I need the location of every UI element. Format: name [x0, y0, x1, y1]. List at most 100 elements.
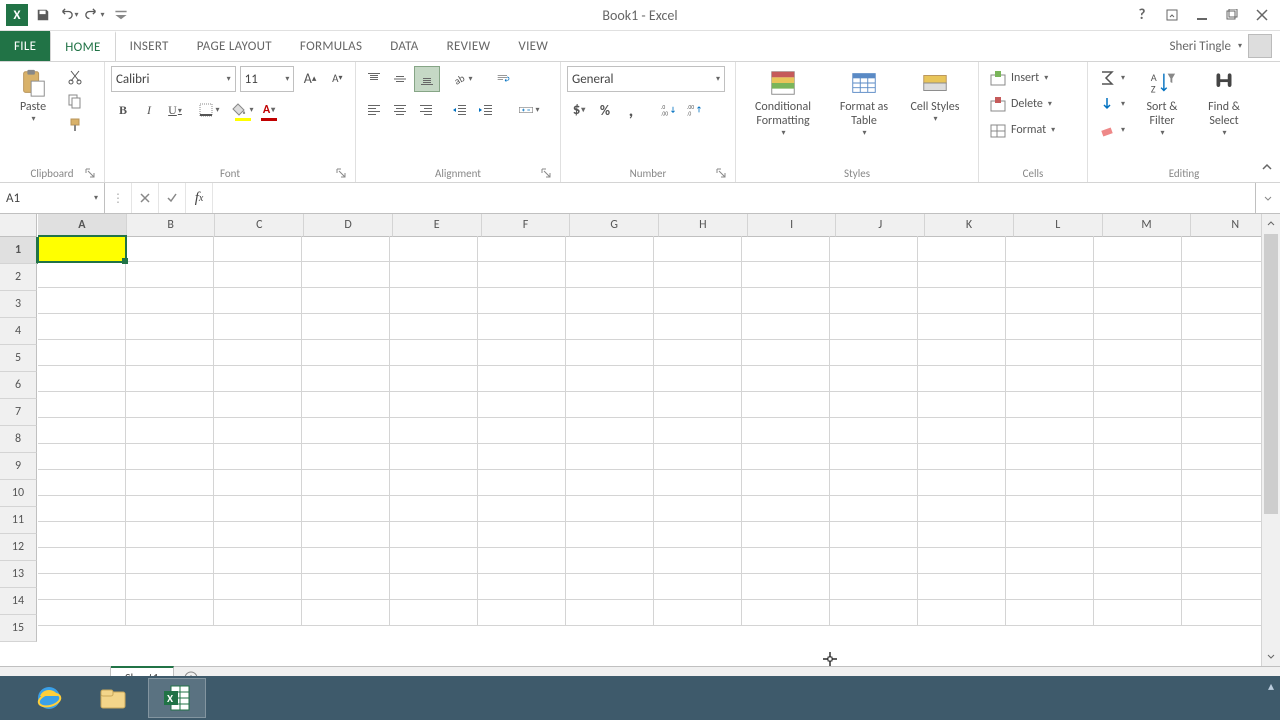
- cell[interactable]: [126, 548, 214, 574]
- cell[interactable]: [126, 496, 214, 522]
- cell[interactable]: [742, 548, 830, 574]
- cell[interactable]: [478, 340, 566, 366]
- cell[interactable]: [1094, 392, 1182, 418]
- clear-button[interactable]: ▾: [1094, 118, 1129, 142]
- cell[interactable]: [478, 600, 566, 626]
- cell[interactable]: [38, 340, 126, 366]
- column-header[interactable]: H: [659, 214, 748, 237]
- cell[interactable]: [214, 236, 302, 262]
- select-all-corner[interactable]: [0, 214, 37, 237]
- name-box[interactable]: A1▾: [0, 183, 105, 213]
- cell[interactable]: [1006, 522, 1094, 548]
- cell[interactable]: [566, 574, 654, 600]
- cell[interactable]: [566, 314, 654, 340]
- column-header[interactable]: A: [38, 214, 127, 238]
- cell[interactable]: [830, 600, 918, 626]
- cell[interactable]: [478, 236, 566, 262]
- cell[interactable]: [214, 444, 302, 470]
- cell[interactable]: [390, 366, 478, 392]
- cell[interactable]: [302, 236, 390, 262]
- ribbon-display-options-icon[interactable]: [1158, 4, 1186, 26]
- cell[interactable]: [478, 444, 566, 470]
- cell[interactable]: [390, 392, 478, 418]
- cell[interactable]: [918, 366, 1006, 392]
- taskbar-explorer-icon[interactable]: [84, 678, 142, 718]
- cell[interactable]: [126, 470, 214, 496]
- column-header[interactable]: L: [1014, 214, 1103, 237]
- cell[interactable]: [1094, 288, 1182, 314]
- cell[interactable]: [566, 288, 654, 314]
- formula-input[interactable]: [213, 183, 1255, 213]
- cell[interactable]: [38, 470, 126, 496]
- cell[interactable]: [302, 366, 390, 392]
- tab-formulas[interactable]: FORMULAS: [286, 31, 376, 61]
- tab-insert[interactable]: INSERT: [116, 31, 183, 61]
- wrap-text-icon[interactable]: [488, 67, 522, 91]
- cell[interactable]: [126, 418, 214, 444]
- column-header[interactable]: E: [393, 214, 482, 237]
- paste-button[interactable]: Paste▾: [6, 66, 60, 126]
- decrease-font-icon[interactable]: A▾: [326, 66, 349, 90]
- cell[interactable]: [390, 236, 478, 262]
- cell[interactable]: [918, 496, 1006, 522]
- cell[interactable]: [126, 314, 214, 340]
- cell[interactable]: [214, 600, 302, 626]
- cell[interactable]: [38, 548, 126, 574]
- cell[interactable]: [566, 496, 654, 522]
- cell[interactable]: [1094, 340, 1182, 366]
- cell[interactable]: [38, 314, 126, 340]
- insert-function-icon[interactable]: fx: [186, 183, 213, 213]
- cell[interactable]: [1094, 522, 1182, 548]
- cell[interactable]: [126, 262, 214, 288]
- tab-page-layout[interactable]: PAGE LAYOUT: [183, 31, 286, 61]
- cell[interactable]: [918, 340, 1006, 366]
- cell[interactable]: [1182, 392, 1270, 418]
- save-icon[interactable]: [32, 4, 54, 26]
- align-right-icon[interactable]: [414, 98, 438, 122]
- align-left-icon[interactable]: [362, 98, 386, 122]
- cell[interactable]: [302, 548, 390, 574]
- decrease-decimal-icon[interactable]: .00.0: [683, 98, 707, 122]
- row-header[interactable]: 15: [0, 615, 37, 642]
- cell[interactable]: [478, 522, 566, 548]
- increase-indent-icon[interactable]: [474, 98, 498, 122]
- cell[interactable]: [38, 236, 126, 262]
- cell[interactable]: [918, 418, 1006, 444]
- cell[interactable]: [390, 470, 478, 496]
- format-cells-button[interactable]: Format▾: [985, 118, 1081, 142]
- redo-icon[interactable]: ▾: [84, 4, 106, 26]
- tab-file[interactable]: FILE: [0, 31, 50, 61]
- percent-format-icon[interactable]: %: [593, 98, 617, 122]
- row-header[interactable]: 5: [0, 345, 37, 372]
- cell[interactable]: [830, 574, 918, 600]
- cell[interactable]: [126, 600, 214, 626]
- cell[interactable]: [38, 418, 126, 444]
- cell[interactable]: [214, 496, 302, 522]
- cell[interactable]: [1182, 418, 1270, 444]
- cell[interactable]: [302, 392, 390, 418]
- cell[interactable]: [654, 262, 742, 288]
- increase-font-icon[interactable]: A▴: [298, 66, 321, 90]
- accounting-format-icon[interactable]: $▾: [567, 98, 591, 122]
- column-header[interactable]: J: [836, 214, 925, 237]
- cell[interactable]: [1006, 418, 1094, 444]
- cell[interactable]: [390, 288, 478, 314]
- increase-decimal-icon[interactable]: .0.00: [657, 98, 681, 122]
- excel-logo-icon[interactable]: X: [6, 4, 28, 26]
- cell[interactable]: [478, 366, 566, 392]
- cell[interactable]: [302, 574, 390, 600]
- column-header[interactable]: B: [127, 214, 216, 237]
- cell[interactable]: [654, 236, 742, 262]
- cell[interactable]: [1006, 236, 1094, 262]
- cell[interactable]: [918, 470, 1006, 496]
- cell[interactable]: [302, 418, 390, 444]
- tab-home[interactable]: HOME: [50, 31, 115, 61]
- cell[interactable]: [918, 600, 1006, 626]
- cell[interactable]: [302, 470, 390, 496]
- align-bottom-icon[interactable]: [414, 66, 440, 92]
- cell[interactable]: [1182, 470, 1270, 496]
- number-format-combo[interactable]: General▾: [567, 66, 725, 92]
- cell[interactable]: [654, 444, 742, 470]
- cell[interactable]: [214, 340, 302, 366]
- comma-format-icon[interactable]: ,: [619, 98, 643, 122]
